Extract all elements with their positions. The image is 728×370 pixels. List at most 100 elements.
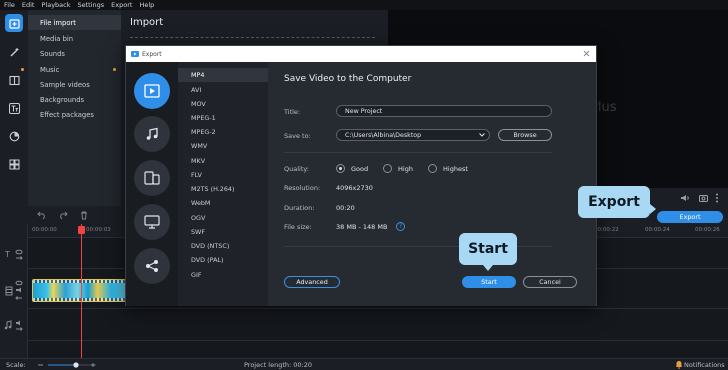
side-item-music[interactable]: Music: [28, 62, 121, 77]
close-icon[interactable]: [583, 50, 590, 57]
format-item-avi[interactable]: AVI: [178, 83, 268, 97]
playhead[interactable]: [81, 224, 82, 358]
title-label: Title:: [284, 108, 301, 116]
side-item-file-import[interactable]: File import: [28, 15, 121, 30]
devices-icon: [144, 171, 160, 185]
format-item-webm[interactable]: WebM: [178, 196, 268, 210]
more-options-icon[interactable]: [715, 193, 719, 203]
dialog-heading: Save Video to the Computer: [284, 74, 412, 84]
music-note-icon: [146, 127, 158, 140]
import-tool-button[interactable]: [5, 14, 23, 32]
bell-icon[interactable]: [675, 360, 683, 369]
side-item-effect-packages[interactable]: Effect packages: [28, 107, 121, 122]
project-length: Project length: 00:20: [244, 361, 313, 369]
monitor-icon: [144, 215, 160, 229]
tick-label: 00:00:24: [645, 227, 670, 233]
format-item-mp4[interactable]: MP4: [178, 68, 268, 82]
video-track-icon: [5, 286, 13, 296]
side-item-media-bin[interactable]: Media bin: [28, 31, 121, 46]
magic-wand-icon: [10, 47, 18, 56]
more-tools-button[interactable]: [5, 155, 23, 173]
new-badge-dot: [113, 68, 116, 71]
format-item-mpeg2[interactable]: MPEG-2: [178, 125, 268, 139]
save-to-label: Save to:: [284, 132, 311, 140]
side-item-backgrounds[interactable]: Backgrounds: [28, 92, 121, 107]
text-track-icon: T: [5, 250, 10, 259]
export-video-button[interactable]: [134, 73, 170, 109]
export-devices-button[interactable]: [134, 160, 170, 196]
playhead-handle[interactable]: [78, 226, 85, 234]
menu-settings[interactable]: Settings: [78, 1, 105, 9]
drop-zone[interactable]: [130, 37, 375, 45]
tick-label: 00:00:03: [86, 227, 111, 233]
video-track-controls-icon[interactable]: [15, 280, 23, 302]
track-divider: [28, 340, 728, 341]
divider: [284, 152, 552, 153]
volume-icon[interactable]: [680, 194, 690, 202]
audio-track-controls-icon[interactable]: [15, 320, 23, 332]
quality-highest-radio[interactable]: [428, 164, 437, 173]
quality-good-label: Good: [351, 165, 369, 173]
format-item-ogv[interactable]: OGV: [178, 211, 268, 225]
format-item-wmv[interactable]: WMV: [178, 139, 268, 153]
browse-button[interactable]: Browse: [498, 129, 552, 141]
titles-icon: [8, 102, 20, 114]
import-side-menu: File import Media bin Sounds Music Sampl…: [28, 10, 121, 206]
video-clip[interactable]: [32, 279, 126, 302]
transitions-tool-button[interactable]: [5, 71, 23, 89]
notifications-link[interactable]: Notifications: [684, 361, 725, 369]
menu-file[interactable]: File: [4, 1, 15, 9]
track-visibility-icon[interactable]: [15, 249, 23, 261]
menu-export[interactable]: Export: [111, 1, 132, 9]
format-list: MP4 AVI MOV MPEG-1 MPEG-2 WMV MKV FLV M2…: [178, 62, 268, 306]
export-share-button[interactable]: [134, 248, 170, 284]
menu-playback[interactable]: Playback: [41, 1, 70, 9]
format-item-swf[interactable]: SWF: [178, 225, 268, 239]
format-item-mkv[interactable]: MKV: [178, 154, 268, 168]
save-to-field[interactable]: C:\Users\Albina\Desktop: [336, 129, 490, 141]
advanced-button[interactable]: Advanced: [284, 276, 340, 288]
titles-tool-button[interactable]: [5, 99, 23, 117]
quality-high-radio[interactable]: [383, 164, 392, 173]
undo-icon[interactable]: [37, 211, 47, 219]
filters-tool-button[interactable]: [5, 43, 23, 61]
scale-slider[interactable]: [38, 361, 98, 369]
export-dialog: Export MP4 AVI MOV MPEG-1 MPEG-2 WMV MKV…: [125, 45, 597, 306]
export-button[interactable]: Export: [657, 211, 723, 223]
duration-label: Duration:: [284, 204, 315, 212]
title-field[interactable]: New Project: [336, 105, 552, 117]
export-tv-button[interactable]: [134, 204, 170, 240]
tool-rail: [0, 10, 28, 206]
menu-edit[interactable]: Edit: [22, 1, 35, 9]
snapshot-icon[interactable]: [699, 194, 708, 202]
track-divider: [28, 308, 728, 309]
format-item-m2ts[interactable]: M2TS (H.264): [178, 182, 268, 196]
side-item-sample-videos[interactable]: Sample videos: [28, 77, 121, 92]
stickers-tool-button[interactable]: [5, 127, 23, 145]
track-headers: T: [0, 224, 28, 358]
format-item-mov[interactable]: MOV: [178, 97, 268, 111]
side-item-sounds[interactable]: Sounds: [28, 46, 121, 61]
tick-label: 00:00:22: [594, 227, 619, 233]
menu-bar: File Edit Playback Settings Export Help: [0, 0, 728, 10]
help-icon[interactable]: ?: [396, 222, 405, 231]
chevron-down-icon[interactable]: [479, 133, 485, 137]
sticker-icon: [9, 131, 19, 141]
format-item-gif[interactable]: GIF: [178, 268, 268, 282]
quality-good-radio[interactable]: [336, 164, 345, 173]
format-item-dvd-pal[interactable]: DVD (PAL): [178, 253, 268, 267]
trash-icon[interactable]: [80, 211, 88, 220]
cancel-button[interactable]: Cancel: [523, 276, 577, 288]
format-item-mpeg1[interactable]: MPEG-1: [178, 111, 268, 125]
start-button[interactable]: Start: [462, 276, 516, 288]
menu-help[interactable]: Help: [139, 1, 154, 9]
redo-icon[interactable]: [58, 211, 68, 219]
export-audio-button[interactable]: [134, 116, 170, 152]
format-item-dvd-ntsc[interactable]: DVD (NTSC): [178, 239, 268, 253]
duration-value: 00:20: [336, 204, 355, 212]
filesize-value: 38 MB - 148 MB: [336, 223, 388, 231]
filesize-label: File size:: [284, 223, 312, 231]
status-bar: Scale: Project length: 00:20 Notificatio…: [0, 358, 728, 370]
format-item-flv[interactable]: FLV: [178, 168, 268, 182]
clip-film-edge: [33, 298, 125, 301]
